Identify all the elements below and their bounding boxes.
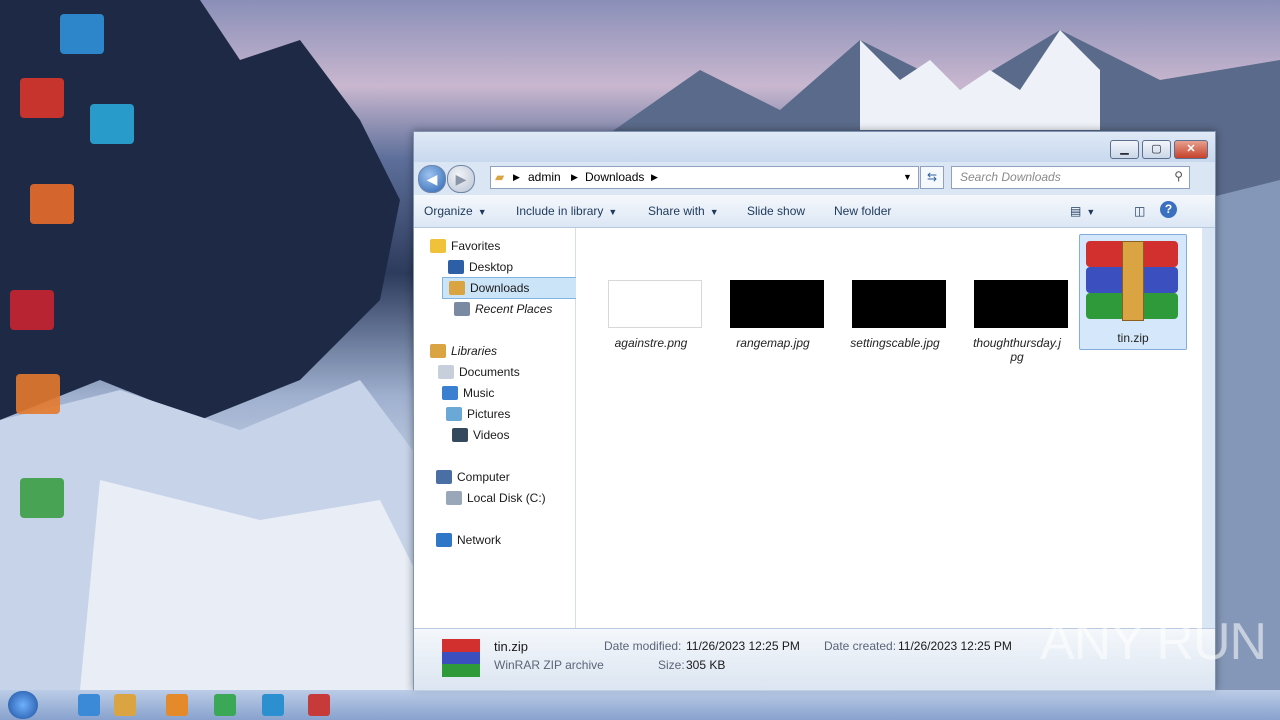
- address-bar[interactable]: ▰ ▶ admin ▶ Downloads ▶ ▼: [490, 166, 919, 189]
- taskbar-chrome-icon[interactable]: [214, 694, 236, 716]
- nav-desktop[interactable]: Desktop: [448, 257, 513, 277]
- nav-music[interactable]: Music: [442, 383, 494, 403]
- file-name: thoughthursday.jpg: [973, 336, 1061, 364]
- nav-documents[interactable]: Documents: [438, 362, 520, 382]
- preview-pane-icon[interactable]: ◫: [1134, 204, 1145, 218]
- navigation-pane: Favorites Desktop Downloads Recent Place…: [414, 228, 588, 628]
- taskbar: [0, 690, 1280, 720]
- music-icon: [442, 386, 458, 400]
- file-item[interactable]: thoughthursday.jpg: [964, 240, 1070, 364]
- desktop-icon-6[interactable]: [16, 374, 60, 414]
- nav-pictures[interactable]: Pictures: [446, 404, 510, 424]
- maximize-button[interactable]: ▢: [1142, 140, 1171, 159]
- anyrun-watermark: ANY RUN: [1040, 613, 1267, 671]
- recent-places-icon: [454, 302, 470, 316]
- new-folder-button[interactable]: New folder: [834, 204, 891, 218]
- desktop-icon-2[interactable]: [20, 78, 64, 118]
- search-input[interactable]: Search Downloads ⚲: [951, 166, 1190, 189]
- nav-recent-places[interactable]: Recent Places: [454, 299, 552, 319]
- winrar-archive-icon: [442, 639, 480, 677]
- include-in-library-button[interactable]: Include in library ▼: [516, 204, 617, 218]
- share-with-button[interactable]: Share with ▼: [648, 204, 719, 218]
- taskbar-explorer-icon[interactable]: [114, 694, 136, 716]
- search-placeholder: Search Downloads: [960, 170, 1061, 184]
- title-bar[interactable]: ▁ ▢ ✕: [414, 132, 1215, 162]
- taskbar-edge-icon[interactable]: [262, 694, 284, 716]
- date-created-label: Date created:: [824, 639, 897, 653]
- desktop-icon-4[interactable]: [30, 184, 74, 224]
- search-icon[interactable]: ⚲: [1174, 169, 1183, 183]
- date-modified-value: 11/26/2023 12:25 PM: [686, 639, 800, 653]
- file-item[interactable]: settingscable.jpg: [842, 240, 948, 360]
- nav-downloads[interactable]: Downloads: [442, 277, 588, 299]
- crumb-separator-icon: ▶: [651, 172, 658, 182]
- crumb-separator-icon: ▶: [513, 172, 520, 182]
- back-button[interactable]: ◀: [418, 165, 446, 193]
- pictures-icon: [446, 407, 462, 421]
- taskbar-winrar-icon[interactable]: [308, 694, 330, 716]
- slide-show-button[interactable]: Slide show: [747, 204, 805, 218]
- desktop-icon-1[interactable]: [60, 14, 104, 54]
- file-item-selected[interactable]: tin.zip: [1079, 234, 1187, 350]
- file-item[interactable]: rangemap.jpg: [720, 240, 826, 360]
- videos-icon: [452, 428, 468, 442]
- file-list: againstre.png rangemap.jpg settingscable…: [576, 228, 1202, 628]
- winrar-archive-icon: [1086, 241, 1178, 321]
- crumb-separator-icon: ▶: [571, 172, 578, 182]
- address-row: ◀ ▶ ▰ ▶ admin ▶ Downloads ▶ ▼ ⇆ Search D…: [414, 162, 1215, 193]
- forward-button[interactable]: ▶: [447, 165, 475, 193]
- nav-network[interactable]: Network: [436, 530, 501, 550]
- command-bar: Organize ▼ Include in library ▼ Share with…: [414, 195, 1215, 228]
- size-label: Size:: [658, 658, 685, 672]
- taskbar-media-icon[interactable]: [166, 694, 188, 716]
- local-disk-icon: [446, 491, 462, 505]
- file-item[interactable]: againstre.png: [598, 240, 704, 360]
- file-name: rangemap.jpg: [736, 336, 810, 350]
- star-icon: [430, 239, 446, 253]
- image-thumbnail: [730, 280, 824, 328]
- desktop-icon-3[interactable]: [90, 104, 134, 144]
- image-thumbnail: [852, 280, 946, 328]
- selected-file-type: WinRAR ZIP archive: [494, 658, 604, 672]
- selected-file-name: tin.zip: [494, 639, 528, 654]
- date-created-value: 11/26/2023 12:25 PM: [898, 639, 1012, 653]
- close-button[interactable]: ✕: [1174, 140, 1208, 159]
- documents-icon: [438, 365, 454, 379]
- crumb-admin[interactable]: admin: [528, 170, 561, 184]
- image-thumbnail: [974, 280, 1068, 328]
- minimize-button[interactable]: ▁: [1110, 140, 1139, 159]
- start-button[interactable]: [8, 691, 38, 719]
- downloads-folder-icon: [449, 281, 465, 295]
- image-thumbnail: [608, 280, 702, 328]
- file-name: againstre.png: [614, 336, 688, 350]
- folder-icon: ▰: [495, 170, 505, 184]
- desktop-icon: [448, 260, 464, 274]
- size-value: 305 KB: [686, 658, 726, 672]
- network-icon: [436, 533, 452, 547]
- taskbar-ie-icon[interactable]: [78, 694, 100, 716]
- nav-favorites[interactable]: Favorites: [430, 236, 500, 256]
- change-view-icon[interactable]: ▤ ▼: [1070, 204, 1095, 218]
- nav-computer[interactable]: Computer: [436, 467, 510, 487]
- desktop-icon-5[interactable]: [10, 290, 54, 330]
- file-name: tin.zip: [1117, 331, 1149, 345]
- crumb-downloads[interactable]: Downloads: [585, 170, 644, 184]
- organize-button[interactable]: Organize ▼: [424, 204, 487, 218]
- refresh-button[interactable]: ⇆: [920, 166, 944, 189]
- file-name: settingscable.jpg: [850, 336, 940, 350]
- address-dropdown-icon[interactable]: ▼: [903, 172, 912, 182]
- explorer-window: ▁ ▢ ✕ ◀ ▶ ▰ ▶ admin ▶ Downloads ▶ ▼ ⇆ Se…: [413, 131, 1216, 691]
- desktop-icon-7[interactable]: [20, 478, 64, 518]
- computer-icon: [436, 470, 452, 484]
- date-modified-label: Date modified:: [604, 639, 682, 653]
- nav-local-disk[interactable]: Local Disk (C:): [446, 488, 546, 508]
- libraries-icon: [430, 344, 446, 358]
- help-icon[interactable]: ?: [1160, 201, 1177, 218]
- nav-videos[interactable]: Videos: [452, 425, 509, 445]
- nav-libraries[interactable]: Libraries: [430, 341, 497, 361]
